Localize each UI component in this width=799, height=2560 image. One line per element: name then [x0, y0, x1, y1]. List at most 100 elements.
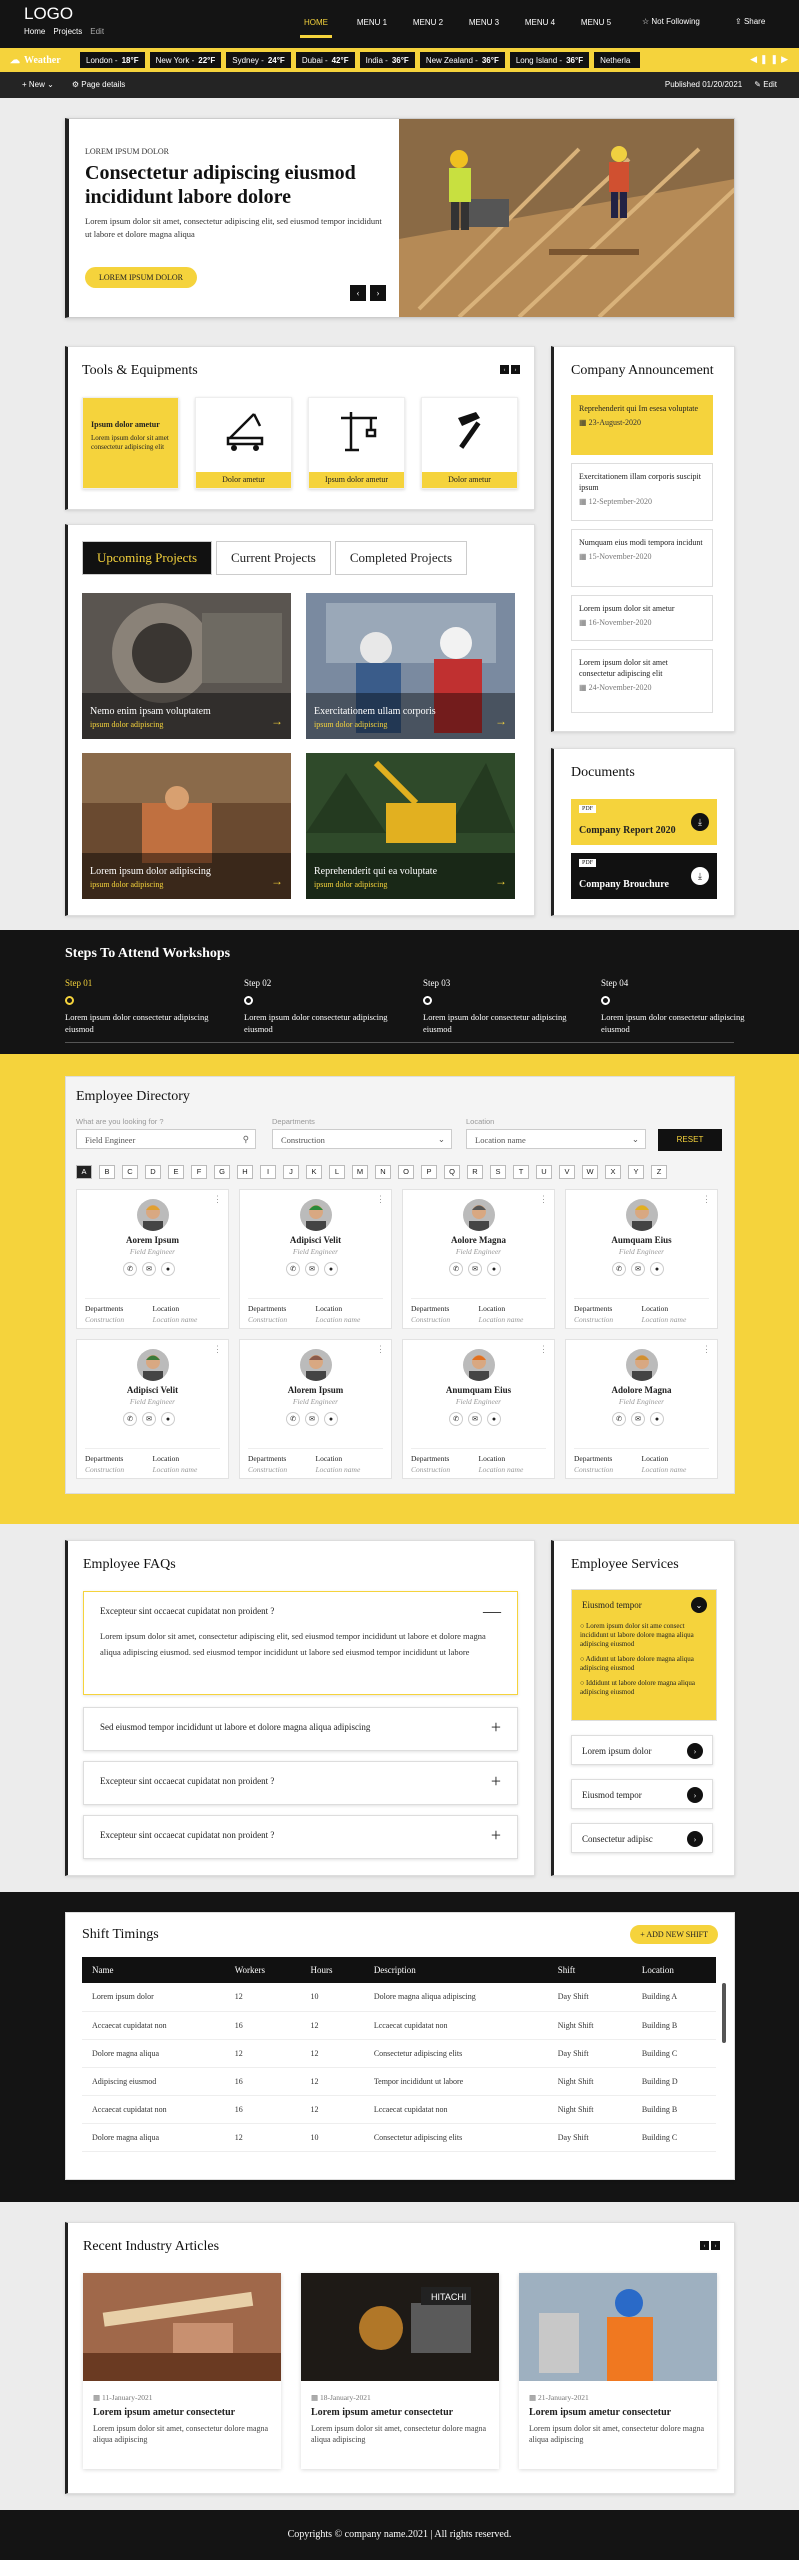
arrow-right-icon[interactable]: →	[271, 714, 283, 729]
more-options-icon[interactable]: ⋮	[539, 1194, 548, 1205]
more-options-icon[interactable]: ⋮	[702, 1194, 711, 1205]
more-options-icon[interactable]: ⋮	[213, 1344, 222, 1355]
announcement-item[interactable]: Numquam eius modi tempora incidunt ▦ 15-N…	[571, 529, 713, 587]
hero-next-button[interactable]: ›	[370, 285, 386, 301]
letter-filter-k[interactable]: K	[306, 1165, 322, 1179]
document-item[interactable]: PDF Company Report 2020 ⤓	[571, 799, 717, 845]
chevron-right-icon[interactable]: ›	[687, 1743, 703, 1759]
announcement-item[interactable]: Lorem ipsum dolor sit amet consectetur a…	[571, 649, 713, 713]
new-button[interactable]: + New ⌄	[22, 80, 54, 89]
nav-menu-5[interactable]: MENU 5	[568, 18, 624, 27]
nav-menu-1[interactable]: MENU 1	[344, 18, 400, 27]
employee-card[interactable]: ⋮ Alorem Ipsum Field Engineer ✆ ✉ ● Department…	[239, 1339, 392, 1479]
chat-icon[interactable]: ●	[324, 1262, 338, 1276]
department-select[interactable]: Construction ⌄	[272, 1129, 452, 1149]
phone-icon[interactable]: ✆	[449, 1412, 463, 1426]
service-subitem[interactable]: ○ Lorem ipsum dolor sit ame consect inci…	[580, 1622, 712, 1649]
phone-icon[interactable]: ✆	[123, 1262, 137, 1276]
table-row[interactable]: Dolore magna aliqua 12 10 Consectetur adipi…	[82, 2123, 716, 2152]
table-row[interactable]: Accaecat cupidatat non 16 12 Lccaecat cupid…	[82, 2095, 716, 2124]
faq-item[interactable]: Sed eiusmod tempor incididunt ut labore …	[83, 1707, 518, 1751]
letter-filter-c[interactable]: C	[122, 1165, 138, 1179]
link-edit[interactable]: Edit	[90, 27, 104, 36]
service-item[interactable]: Consectetur adipisc ›	[571, 1823, 713, 1853]
letter-filter-b[interactable]: B	[99, 1165, 115, 1179]
table-row[interactable]: Accaecat cupidatat non 16 12 Lccaecat cupid…	[82, 2011, 716, 2040]
faq-item-open[interactable]: Excepteur sint occaecat cupidatat non pr…	[83, 1591, 518, 1695]
phone-icon[interactable]: ✆	[286, 1412, 300, 1426]
mail-icon[interactable]: ✉	[305, 1412, 319, 1426]
document-item[interactable]: PDF Company Brouchure ⤓	[571, 853, 717, 899]
add-shift-button[interactable]: + ADD NEW SHIFT	[630, 1925, 718, 1944]
column-header[interactable]: Hours	[300, 1957, 364, 1983]
tool-card[interactable]: Ipsum dolor ametur	[308, 397, 405, 489]
column-header[interactable]: Shift	[547, 1957, 632, 1983]
tool-card[interactable]: Dolor ametur	[195, 397, 292, 489]
table-row[interactable]: Adipiscing eiusmod 16 12 Tempor incididunt …	[82, 2067, 716, 2096]
link-projects[interactable]: Projects	[53, 27, 82, 36]
letter-filter-a[interactable]: A	[76, 1165, 92, 1179]
employee-card[interactable]: ⋮ Adolore Magna Field Engineer ✆ ✉ ● Departmen…	[565, 1339, 718, 1479]
share-button[interactable]: ⇪ Share	[735, 17, 765, 26]
hero-prev-button[interactable]: ‹	[350, 285, 366, 301]
plus-icon[interactable]: +	[491, 1771, 501, 1792]
reset-button[interactable]: RESET	[658, 1129, 722, 1151]
chat-icon[interactable]: ●	[324, 1412, 338, 1426]
tool-card-featured[interactable]: Ipsum dolor ametur Lorem ipsum dolor sit…	[82, 397, 179, 489]
employee-card[interactable]: ⋮ Aumquam Eius Field Engineer ✆ ✉ ● Department…	[565, 1189, 718, 1329]
column-header[interactable]: Description	[363, 1957, 548, 1983]
arrow-right-icon[interactable]: →	[271, 874, 283, 889]
edit-button[interactable]: ✎ Edit	[754, 80, 777, 89]
article-card[interactable]: HITACHI ▦ 18-January-2021 Lorem ipsum am…	[301, 2273, 499, 2469]
employee-card[interactable]: ⋮ Adipisci Velit Field Engineer ✆ ✉ ● Departme…	[239, 1189, 392, 1329]
letter-filter-m[interactable]: M	[352, 1165, 368, 1179]
table-row[interactable]: Lorem ipsum dolor 12 10 Dolore magna aliqua…	[82, 1983, 716, 2012]
employee-card[interactable]: ⋮ Aolore Magna Field Engineer ✆ ✉ ● Department…	[402, 1189, 555, 1329]
announcement-item[interactable]: Exercitationem illam corporis suscipit i…	[571, 463, 713, 521]
phone-icon[interactable]: ✆	[612, 1262, 626, 1276]
table-row[interactable]: Dolore magna aliqua 12 12 Consectetur adipi…	[82, 2039, 716, 2068]
letter-filter-y[interactable]: Y	[628, 1165, 644, 1179]
follow-button[interactable]: ☆ Not Following	[642, 17, 700, 26]
more-options-icon[interactable]: ⋮	[376, 1344, 385, 1355]
arrow-right-icon[interactable]: →	[495, 714, 507, 729]
location-select[interactable]: Location name ⌄	[466, 1129, 646, 1149]
column-header[interactable]: Name	[82, 1957, 225, 1983]
letter-filter-g[interactable]: G	[214, 1165, 230, 1179]
chat-icon[interactable]: ●	[161, 1412, 175, 1426]
phone-icon[interactable]: ✆	[286, 1262, 300, 1276]
tool-card[interactable]: Dolor ametur	[421, 397, 518, 489]
nav-home[interactable]: HOME	[288, 18, 344, 38]
letter-filter-p[interactable]: P	[421, 1165, 437, 1179]
mail-icon[interactable]: ✉	[468, 1262, 482, 1276]
more-options-icon[interactable]: ⋮	[539, 1344, 548, 1355]
chat-icon[interactable]: ●	[650, 1262, 664, 1276]
chat-icon[interactable]: ●	[161, 1262, 175, 1276]
mail-icon[interactable]: ✉	[468, 1412, 482, 1426]
plus-icon[interactable]: +	[491, 1825, 501, 1846]
announcement-item[interactable]: Reprehenderit qui Im esesa voluptate ▦ 23…	[571, 395, 713, 455]
letter-filter-o[interactable]: O	[398, 1165, 414, 1179]
project-card[interactable]: Reprehenderit qui ea voluptate ipsum dol…	[306, 753, 515, 899]
phone-icon[interactable]: ✆	[612, 1412, 626, 1426]
chevron-down-icon[interactable]: ⌄	[691, 1597, 707, 1613]
letter-filter-n[interactable]: N	[375, 1165, 391, 1179]
service-subitem[interactable]: ○ Adidunt ut labore dolore magna aliqua …	[580, 1655, 712, 1673]
articles-next-button[interactable]: ›	[711, 2241, 720, 2250]
tab-completed-projects[interactable]: Completed Projects	[334, 541, 468, 575]
minus-icon[interactable]: —	[483, 1601, 501, 1622]
letter-filter-j[interactable]: J	[283, 1165, 299, 1179]
mail-icon[interactable]: ✉	[142, 1262, 156, 1276]
tools-prev-button[interactable]: ‹	[500, 365, 509, 374]
nav-menu-2[interactable]: MENU 2	[400, 18, 456, 27]
logo[interactable]: LOGO	[24, 4, 73, 24]
letter-filter-i[interactable]: I	[260, 1165, 276, 1179]
employee-card[interactable]: ⋮ Aorem Ipsum Field Engineer ✆ ✉ ● Departments…	[76, 1189, 229, 1329]
hero-button[interactable]: LOREM IPSUM DOLOR	[85, 267, 198, 288]
letter-filter-s[interactable]: S	[490, 1165, 506, 1179]
mail-icon[interactable]: ✉	[631, 1412, 645, 1426]
letter-filter-w[interactable]: W	[582, 1165, 598, 1179]
link-home[interactable]: Home	[24, 27, 45, 36]
letter-filter-x[interactable]: X	[605, 1165, 621, 1179]
column-header[interactable]: Workers	[224, 1957, 301, 1983]
